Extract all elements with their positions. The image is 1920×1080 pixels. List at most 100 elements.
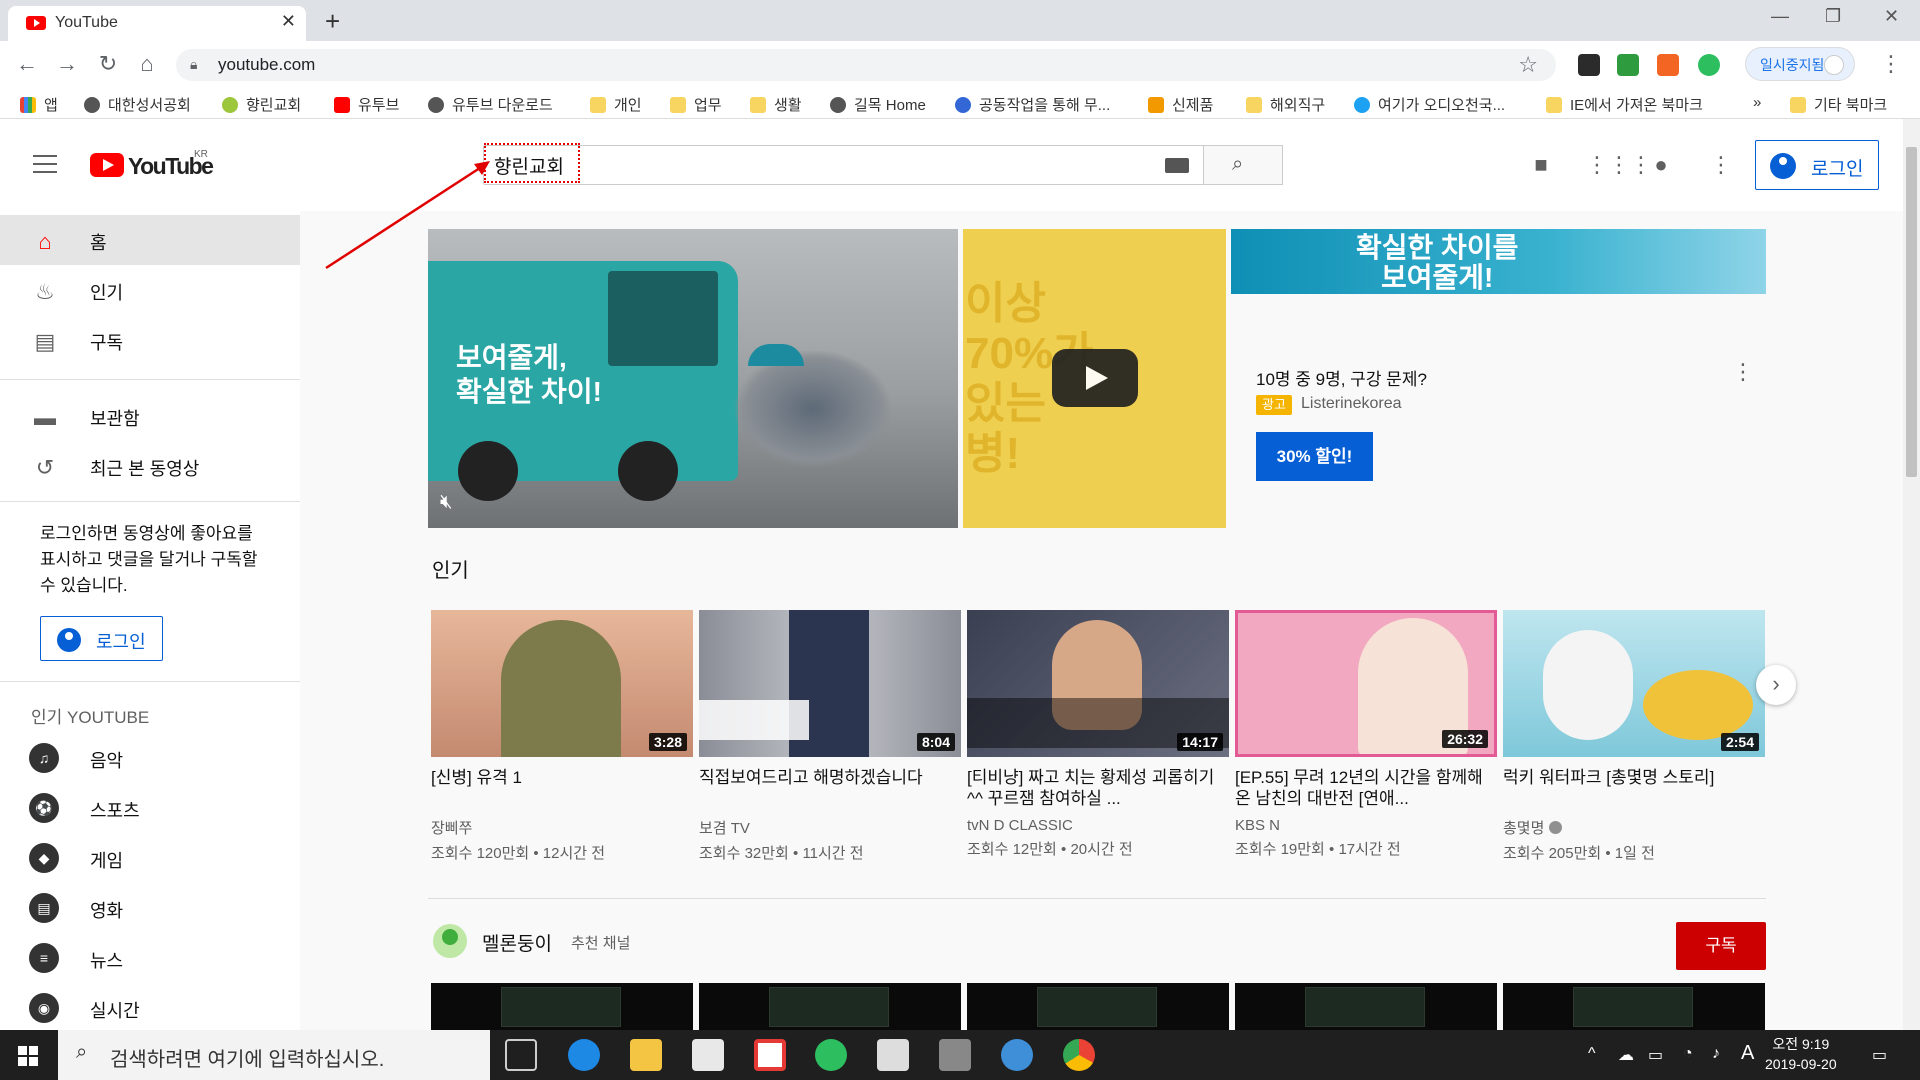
profile-paused-button[interactable]: 일시중지됨 [1745, 47, 1855, 81]
advertiser-name[interactable]: Listerinekorea [1301, 395, 1402, 413]
create-video-icon[interactable]: ■ [1526, 152, 1556, 178]
bookmark-item[interactable]: 신제품 [1148, 94, 1213, 115]
scrollbar-thumb[interactable] [1906, 147, 1917, 477]
address-bar[interactable]: 🔒︎ youtube.com ☆ [176, 49, 1556, 81]
video-thumbnail[interactable]: 14:17 [967, 610, 1229, 757]
new-tab-button[interactable]: + [325, 6, 340, 37]
internet-explorer-icon[interactable] [1001, 1039, 1033, 1071]
sidebar-item-trending[interactable]: ♨ 인기 [0, 265, 300, 315]
shelf-next-arrow-icon[interactable]: › [1756, 665, 1796, 705]
bookmarks-overflow-icon[interactable]: » [1753, 94, 1761, 111]
video-thumbnail[interactable]: 26:32 [1235, 610, 1497, 757]
ad-cta-button[interactable]: 30% 할인! [1256, 432, 1373, 481]
messages-icon[interactable]: ● [1646, 152, 1676, 178]
sidebar-item-home[interactable]: ⌂ 홈 [0, 215, 300, 265]
app-icon[interactable] [939, 1039, 971, 1071]
video-thumbnail[interactable] [1503, 983, 1765, 1030]
apps-grid-icon[interactable]: ⋮⋮⋮ [1586, 152, 1652, 178]
bookmark-item[interactable]: 여기가 오디오천국... [1354, 94, 1505, 115]
video-title[interactable]: [신병] 유격 1 [431, 767, 693, 809]
battery-icon[interactable]: ▭ [1648, 1045, 1663, 1065]
video-thumbnail[interactable]: 8:04 [699, 610, 961, 757]
bookmark-item[interactable]: 유투브 [334, 94, 399, 115]
sidebar-item-music[interactable]: ♫ 음악 [0, 733, 300, 783]
address-url[interactable]: youtube.com [218, 55, 315, 75]
edge-browser-icon[interactable] [568, 1039, 600, 1071]
login-button[interactable]: 로그인 [1755, 140, 1879, 190]
volume-icon[interactable]: ♪ [1712, 1045, 1720, 1063]
sidebar-item-gaming[interactable]: ◆ 게임 [0, 833, 300, 883]
other-bookmarks[interactable]: 기타 북마크 [1790, 94, 1887, 115]
sidebar-item-news[interactable]: ≡ 뉴스 [0, 933, 300, 983]
file-explorer-icon[interactable] [630, 1039, 662, 1071]
bookmark-item[interactable]: 앱 [20, 94, 58, 115]
search-button[interactable]: ⌕ [1203, 145, 1283, 185]
play-button-icon[interactable] [1052, 349, 1138, 407]
sidebar-item-library[interactable]: ▬ 보관함 [0, 391, 300, 441]
bookmark-star-icon[interactable]: ☆ [1518, 52, 1538, 78]
chrome-icon[interactable] [1063, 1039, 1095, 1071]
bookmark-item[interactable]: IE에서 가져온 북마크 [1546, 94, 1703, 115]
video-title[interactable]: 직접보여드리고 해명하겠습니다 [699, 767, 961, 809]
video-thumbnail[interactable]: 2:54 [1503, 610, 1765, 757]
video-thumbnail[interactable] [967, 983, 1229, 1030]
subscribe-button[interactable]: 구독 [1676, 922, 1766, 970]
video-thumbnail[interactable]: 3:28 [431, 610, 693, 757]
sidebar-item-live[interactable]: ◉ 실시간 [0, 983, 300, 1033]
sidebar-item-history[interactable]: ↺ 최근 본 동영상 [0, 441, 300, 491]
keyboard-icon[interactable] [1165, 158, 1189, 173]
home-icon[interactable]: ⌂ [132, 51, 162, 77]
video-title[interactable]: [EP.55] 무려 12년의 시간을 함께해온 남친의 대반전 [연애... [1235, 767, 1497, 809]
video-channel[interactable]: KBS N [1235, 817, 1497, 834]
video-thumbnail[interactable] [699, 983, 961, 1030]
video-card[interactable]: 14:17 [티비냥] 짜고 치는 황제성 괴롭히기 ^^ 꾸르잼 참여하실 .… [967, 610, 1229, 859]
back-icon[interactable]: ← [12, 51, 42, 77]
extension-icon[interactable] [1657, 54, 1679, 76]
video-card[interactable]: 26:32 [EP.55] 무려 12년의 시간을 함께해온 남친의 대반전 [… [1235, 610, 1497, 859]
browser-menu-icon[interactable]: ⋮ [1876, 51, 1906, 77]
more-actions-icon[interactable]: ⋮ [1732, 359, 1754, 385]
video-title[interactable]: [티비냥] 짜고 치는 황제성 괴롭히기 ^^ 꾸르잼 참여하실 ... [967, 767, 1229, 809]
cloud-icon[interactable]: ☁ [1618, 1045, 1634, 1065]
sidebar-item-sports[interactable]: ⚽ 스포츠 [0, 783, 300, 833]
mail-icon[interactable] [877, 1039, 909, 1071]
channel-name[interactable]: 멜론둥이 [482, 929, 552, 956]
ime-indicator[interactable]: A [1741, 1042, 1754, 1065]
bookmark-item[interactable]: 길목 Home [830, 94, 926, 115]
video-card[interactable]: 2:54 럭키 워터파크 [총몇명 스토리] 총몇명 조회수 205만회 • 1… [1503, 610, 1765, 863]
close-window-button[interactable]: ✕ [1884, 6, 1899, 27]
store-icon[interactable] [692, 1039, 724, 1071]
notifications-icon[interactable]: ▭ [1872, 1045, 1887, 1065]
bookmark-item[interactable]: 생활 [750, 94, 802, 115]
page-scrollbar[interactable] [1903, 119, 1920, 1030]
reload-icon[interactable]: ↻ [93, 51, 123, 77]
evernote-extension-icon[interactable] [1698, 54, 1720, 76]
evernote-icon[interactable] [815, 1039, 847, 1071]
bookmark-item[interactable]: 유투브 다운로드 [428, 94, 553, 115]
bookmark-item[interactable]: 공동작업을 통해 무... [955, 94, 1110, 115]
extension-icon[interactable] [1578, 54, 1600, 76]
browser-tab[interactable]: YouTube ✕ [8, 6, 306, 41]
sidebar-item-subscriptions[interactable]: ▤ 구독 [0, 315, 300, 365]
video-title[interactable]: 럭키 워터파크 [총몇명 스토리] [1503, 767, 1765, 809]
mute-icon[interactable]: 🔇︎ [440, 491, 453, 514]
section-title[interactable]: 인기 [432, 554, 469, 583]
minimize-window-button[interactable]: — [1771, 6, 1789, 27]
video-thumbnail[interactable] [431, 983, 693, 1030]
tab-close-icon[interactable]: ✕ [281, 11, 296, 32]
show-hidden-icons-icon[interactable]: ^ [1588, 1045, 1596, 1063]
bookmark-item[interactable]: 업무 [670, 94, 722, 115]
video-card[interactable]: 8:04 직접보여드리고 해명하겠습니다 보겸 TV 조회수 32만회 • 11… [699, 610, 961, 863]
taskbar-search-box[interactable]: ⌕ 검색하려면 여기에 입력하십시오. [58, 1030, 490, 1080]
channel-avatar[interactable] [433, 924, 467, 958]
bookmark-item[interactable]: 해외직구 [1246, 94, 1325, 115]
ad-video-thumbnail[interactable]: 이상 70%가 있는 병! [963, 229, 1226, 528]
forward-icon[interactable]: → [52, 51, 82, 77]
settings-more-icon[interactable]: ⋮ [1706, 152, 1736, 178]
taskbar-clock[interactable]: 오전 9:19 2019-09-20 [1765, 1034, 1837, 1074]
ad-title[interactable]: 10명 중 9명, 구강 문제? [1256, 365, 1427, 390]
app-icon[interactable] [754, 1039, 786, 1071]
task-view-icon[interactable] [505, 1039, 537, 1071]
video-channel[interactable]: 총몇명 [1503, 817, 1765, 838]
ad-video-player[interactable]: 보여줄게, 확실한 차이! 🔇︎ [428, 229, 958, 528]
